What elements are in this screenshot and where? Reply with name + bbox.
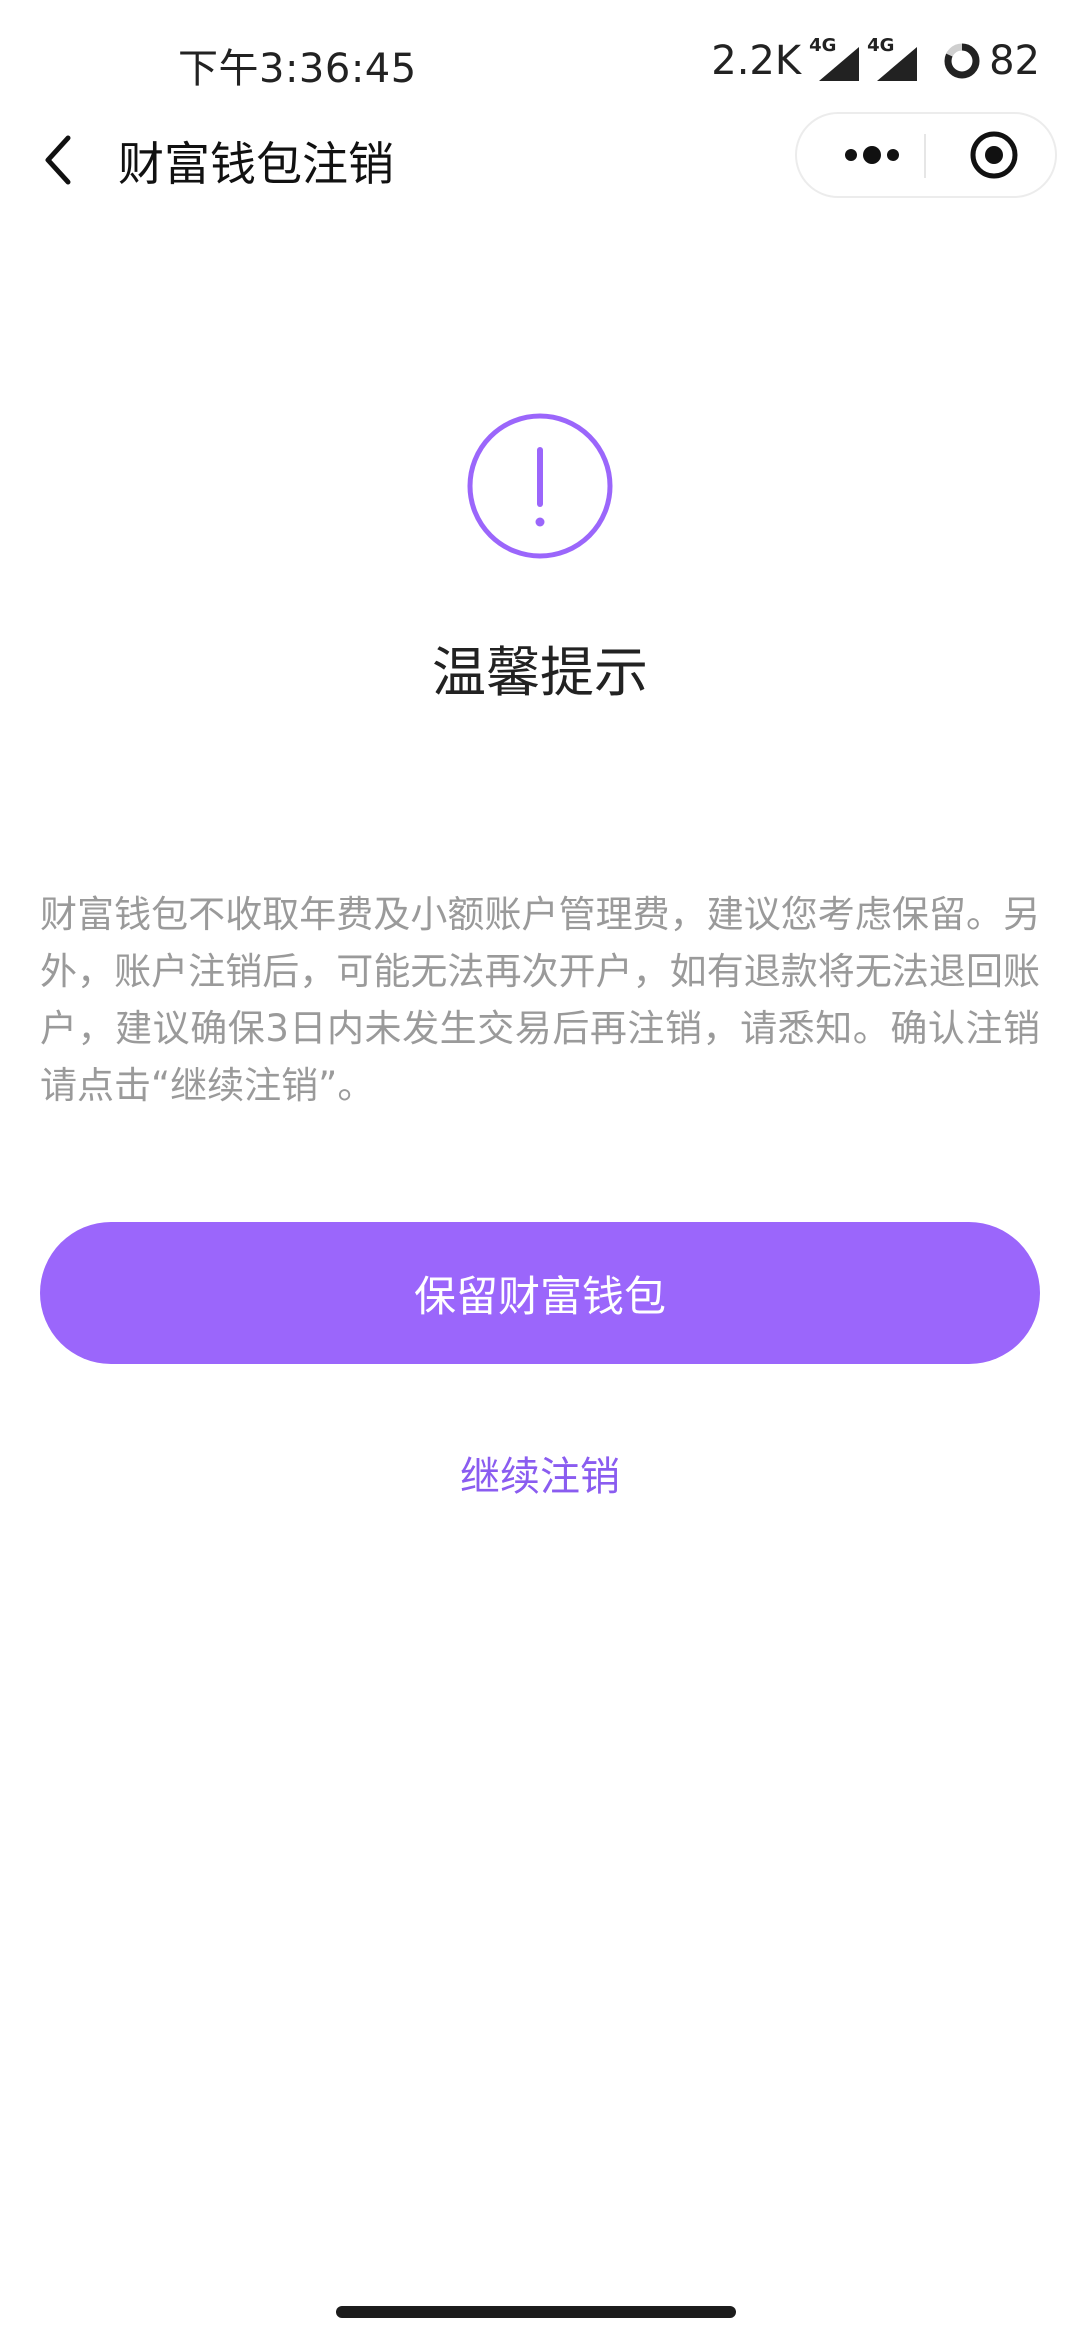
cancellation-notice-text: 财富钱包不收取年费及小额账户管理费，建议您考虑保留。另外，账户注销后，可能无法再…	[40, 893, 1040, 1107]
status-bar: 下午3:36:45 2.2K 4G 4G 82	[0, 0, 1080, 120]
battery-level: 82	[989, 38, 1040, 84]
keep-wallet-button[interactable]: 保留财富钱包	[40, 1222, 1040, 1364]
close-mini-program-button[interactable]	[937, 114, 1047, 196]
status-indicators: 2.2K 4G 4G 82	[711, 35, 1040, 86]
home-indicator[interactable]	[336, 2306, 736, 2318]
continue-cancel-link[interactable]: 继续注销	[0, 1444, 1080, 1502]
page-title: 财富钱包注销	[118, 137, 394, 191]
tip-heading: 温馨提示	[432, 641, 648, 704]
target-circle-icon	[970, 131, 1018, 179]
nav-bar: 财富钱包注销	[0, 110, 1080, 200]
signal-icon-sim2: 4G	[867, 35, 918, 83]
more-button[interactable]	[819, 114, 919, 196]
exclamation-circle-icon	[467, 413, 613, 559]
back-button[interactable]	[36, 128, 86, 188]
network-speed: 2.2K	[711, 38, 802, 84]
status-time: 下午3:36:45	[178, 46, 417, 92]
mini-program-capsule	[795, 112, 1057, 198]
signal-icon-sim1: 4G	[809, 35, 860, 83]
battery-icon	[944, 43, 980, 79]
capsule-divider	[924, 134, 926, 178]
more-dots-icon	[845, 146, 899, 164]
chevron-left-icon	[45, 135, 71, 185]
